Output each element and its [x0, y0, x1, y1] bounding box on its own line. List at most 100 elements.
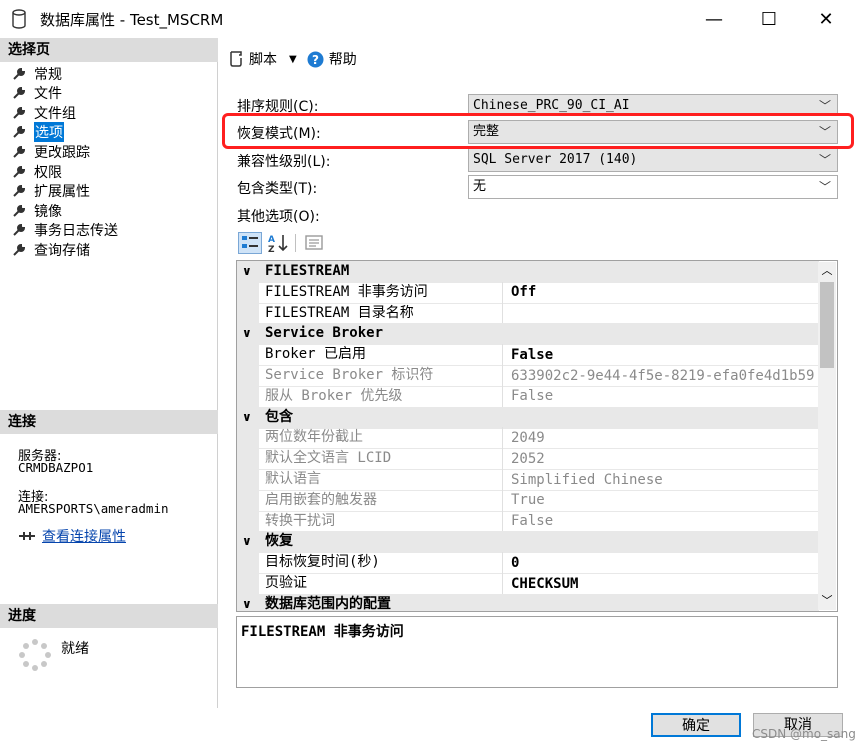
- nav-item[interactable]: 更改跟踪: [12, 142, 90, 161]
- property-value[interactable]: False: [503, 386, 553, 406]
- scroll-down-icon[interactable]: ﹀: [818, 592, 836, 610]
- nav-item-label: 文件: [34, 86, 62, 103]
- property-grid[interactable]: ∨ FILESTREAM FILESTREAM 非事务访问 Off FILESTREAM…: [236, 260, 838, 612]
- grid-category-row[interactable]: ∨ 恢复: [237, 531, 819, 554]
- grid-property-row[interactable]: FILESTREAM 非事务访问 Off: [237, 281, 819, 304]
- collapse-icon[interactable]: ∨: [242, 531, 252, 552]
- property-value[interactable]: 2052: [503, 449, 545, 469]
- nav-item[interactable]: 扩展属性: [12, 182, 90, 201]
- property-value[interactable]: CHECKSUM: [503, 574, 578, 594]
- property-name: Broker 已启用: [237, 344, 503, 366]
- help-button[interactable]: ? 帮助: [307, 49, 357, 69]
- view-connection-properties-link[interactable]: 查看连接属性: [18, 526, 126, 546]
- nav-item[interactable]: 常规: [12, 64, 62, 83]
- maximize-button[interactable]: ☐: [746, 0, 792, 38]
- nav-item[interactable]: 查询存储: [12, 240, 90, 259]
- grid-property-row[interactable]: 服从 Broker 优先级 False: [237, 385, 819, 408]
- scroll-up-icon[interactable]: ︿: [818, 262, 836, 280]
- view-connection-properties-label: 查看连接属性: [42, 529, 126, 545]
- wrench-icon: [13, 224, 26, 237]
- property-value[interactable]: False: [503, 511, 553, 531]
- connection-icon: [19, 532, 35, 540]
- grid-property-row[interactable]: 页验证 CHECKSUM: [237, 573, 819, 595]
- server-value: CRMDBAZPO1: [18, 460, 94, 475]
- property-value[interactable]: Simplified Chinese: [503, 470, 663, 490]
- nav-item[interactable]: 镜像: [12, 201, 62, 220]
- script-dropdown-icon[interactable]: ▼: [289, 54, 297, 65]
- compatibility-level-label: 兼容性级别(L):: [237, 154, 331, 170]
- grid-property-row[interactable]: 转换干扰词 False: [237, 510, 819, 533]
- nav-item[interactable]: 文件组: [12, 103, 76, 122]
- property-name: FILESTREAM 非事务访问: [237, 281, 503, 303]
- category-name: 包含: [265, 408, 293, 425]
- property-name: 转换干扰词: [237, 510, 503, 532]
- property-name: 两位数年份截止: [237, 427, 503, 449]
- grid-property-row[interactable]: FILESTREAM 目录名称: [237, 302, 819, 325]
- progress-status: 就绪: [61, 641, 89, 657]
- chevron-down-icon: ﹀: [818, 180, 831, 194]
- nav-item[interactable]: 选项: [12, 122, 64, 143]
- property-value[interactable]: 633902c2-9e44-4f5e-8219-efa0fe4d1b59: [503, 366, 814, 386]
- grid-category-row[interactable]: ∨ 包含: [237, 406, 819, 429]
- grid-property-row[interactable]: Broker 已启用 False: [237, 344, 819, 367]
- collapse-icon[interactable]: ∨: [242, 323, 252, 344]
- grid-property-row[interactable]: Service Broker 标识符 633902c2-9e44-4f5e-821…: [237, 365, 819, 387]
- minimize-button[interactable]: —: [691, 0, 737, 38]
- scrollbar-thumb[interactable]: [820, 282, 834, 368]
- category-name: 恢复: [265, 533, 293, 550]
- close-button[interactable]: ✕: [803, 0, 849, 38]
- property-value[interactable]: 2049: [503, 428, 545, 448]
- property-pages-button[interactable]: [303, 232, 327, 254]
- grid-property-row[interactable]: 启用嵌套的触发器 True: [237, 489, 819, 512]
- nav-item-label: 镜像: [34, 203, 62, 220]
- property-description-title: FILESTREAM 非事务访问: [241, 624, 404, 640]
- property-value[interactable]: False: [503, 345, 553, 365]
- nav-item-label: 事务日志传送: [34, 223, 118, 240]
- nav-item-label: 权限: [34, 164, 62, 181]
- grid-vertical-scrollbar[interactable]: ︿ ﹀: [818, 262, 836, 610]
- close-icon: ✕: [818, 8, 834, 30]
- progress-header: 进度: [0, 604, 218, 628]
- property-value[interactable]: True: [503, 490, 545, 510]
- grid-category-row[interactable]: ∨ 数据库范围内的配置: [237, 593, 819, 611]
- select-page-header: 选择页: [0, 38, 218, 62]
- categorized-view-button[interactable]: [238, 232, 262, 254]
- property-value[interactable]: Off: [503, 282, 536, 302]
- grid-property-row[interactable]: 默认语言 Simplified Chinese: [237, 469, 819, 491]
- grid-property-row[interactable]: 两位数年份截止 2049: [237, 427, 819, 450]
- ok-button[interactable]: 确定: [651, 713, 741, 737]
- row-gutter: [237, 302, 259, 324]
- row-gutter: [237, 281, 259, 303]
- grid-property-row[interactable]: 默认全文语言 LCID 2052: [237, 448, 819, 471]
- collapse-icon[interactable]: ∨: [242, 407, 252, 428]
- script-button[interactable]: 脚本 ▼: [228, 49, 297, 69]
- wrench-icon: [13, 87, 26, 99]
- grid-category-row[interactable]: ∨ Service Broker: [237, 323, 819, 346]
- row-gutter: [237, 573, 259, 594]
- collapse-icon[interactable]: ∨: [242, 261, 252, 282]
- property-pages-icon: [305, 235, 323, 250]
- help-icon: ?: [307, 51, 324, 67]
- compatibility-level-select[interactable]: SQL Server 2017 (140) ﹀: [468, 148, 838, 172]
- property-value[interactable]: 0: [503, 553, 519, 573]
- category-name: Service Broker: [265, 325, 384, 342]
- containment-type-select[interactable]: 无 ﹀: [468, 175, 838, 199]
- wrench-icon: [13, 67, 26, 80]
- highlight-annotation: [222, 113, 854, 149]
- property-name: 服从 Broker 优先级: [237, 385, 503, 407]
- nav-item-label: 更改跟踪: [34, 144, 90, 161]
- nav-item[interactable]: 权限: [12, 162, 62, 181]
- row-gutter: [237, 427, 259, 449]
- grid-category-row[interactable]: ∨ FILESTREAM: [237, 261, 819, 283]
- connection-header: 连接: [0, 410, 218, 434]
- row-gutter: [237, 365, 259, 386]
- grid-property-row[interactable]: 目标恢复时间(秒) 0: [237, 552, 819, 575]
- nav-item[interactable]: 事务日志传送: [12, 221, 118, 240]
- alphabetical-sort-button[interactable]: A Z: [266, 232, 290, 255]
- property-name: Service Broker 标识符: [237, 365, 503, 386]
- collapse-icon[interactable]: ∨: [242, 594, 252, 611]
- nav-item[interactable]: 文件: [12, 84, 62, 103]
- title-bar: 数据库属性 - Test_MSCRM — ☐ ✕: [0, 0, 865, 38]
- row-gutter: [237, 385, 259, 407]
- watermark: CSDN @mo_sang: [752, 727, 856, 741]
